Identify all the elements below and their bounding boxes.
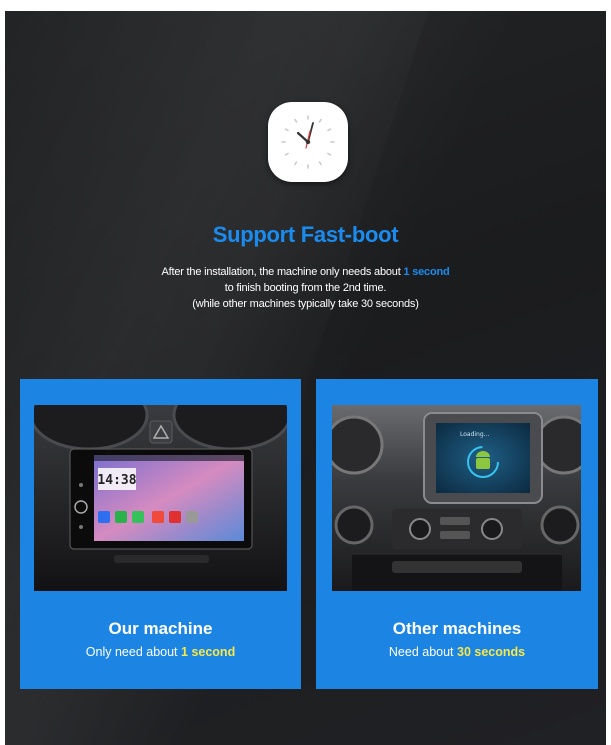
other-machines-title: Other machines	[392, 619, 522, 638]
our-machine-photo: 14:38	[34, 405, 287, 591]
description-line-2: to finish booting from the 2nd time.	[224, 282, 387, 294]
description-line-3: (while other machines typically take 30 …	[192, 298, 419, 310]
highlight-text: 1 second	[403, 266, 450, 278]
subtitle-highlight: 1 second	[181, 645, 236, 659]
our-machine-title: Our machine	[108, 619, 213, 638]
description-text: After the installation, the machine only…	[161, 266, 404, 278]
svg-text:14:38: 14:38	[97, 473, 136, 488]
page-title: Support Fast-boot	[212, 222, 399, 247]
our-machine-subtitle: Only need about 1 second	[20, 645, 301, 659]
subtitle-highlight: 30 seconds	[457, 645, 526, 659]
clock-icon	[268, 102, 348, 182]
svg-text:Loading...: Loading...	[460, 431, 489, 438]
subtitle-text: Need about	[388, 645, 457, 659]
description-line-1: After the installation, the machine only…	[0, 266, 611, 278]
subtitle-text: Only need about	[85, 645, 182, 659]
other-machines-card: Loading... Other machines Need about 30 …	[316, 379, 598, 689]
our-machine-card: 14:38 Our machine Only need about 1 seco…	[20, 379, 301, 689]
other-machines-subtitle: Need about 30 seconds	[316, 645, 598, 659]
other-machines-photo: Loading...	[332, 405, 581, 591]
